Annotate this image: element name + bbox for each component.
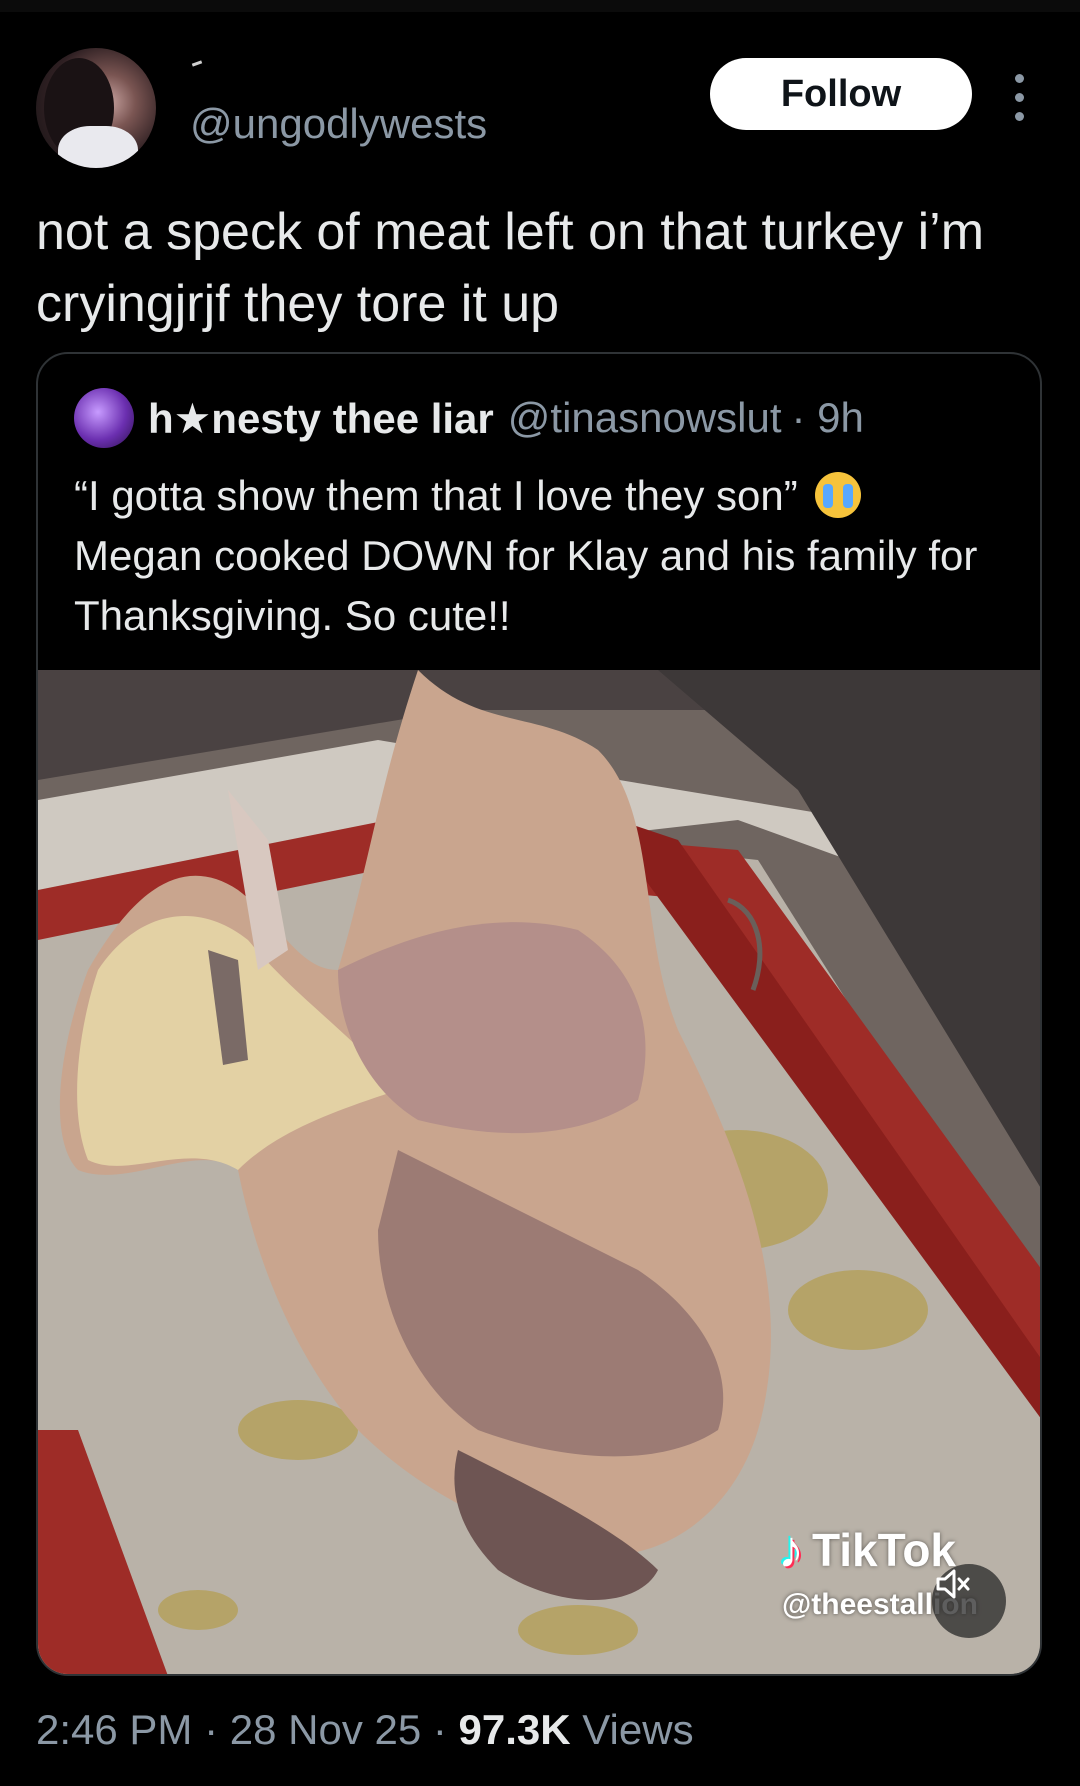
more-options-icon[interactable]	[1006, 74, 1034, 122]
quoted-text-rest: Megan cooked DOWN for Klay and his famil…	[74, 532, 978, 639]
quoted-tweet[interactable]: h★nesty thee liar @tinasnowslut · 9h “I …	[36, 352, 1042, 1676]
meta-separator: ·	[204, 1706, 230, 1753]
tiktok-watermark: ♪ TikTok	[778, 1520, 956, 1580]
author-avatar[interactable]	[36, 48, 156, 168]
quoted-handle[interactable]: @tinasnowslut	[508, 394, 782, 442]
quoted-author-avatar[interactable]	[74, 388, 134, 448]
author-handle[interactable]: @ungodlywests	[190, 100, 487, 148]
tiktok-icon: ♪	[778, 1521, 804, 1579]
follow-button[interactable]: Follow	[710, 58, 972, 130]
quoted-video[interactable]: ♪ TikTok @theestallion	[38, 670, 1040, 1674]
quoted-tweet-header: h★nesty thee liar @tinasnowslut · 9h	[148, 388, 864, 448]
status-divider	[0, 0, 1080, 12]
speaker-muted-icon	[936, 1569, 970, 1599]
tweet-text: not a speck of meat left on that turkey …	[36, 203, 985, 333]
tweet-date[interactable]: 28 Nov 25	[230, 1706, 421, 1753]
tweet-meta: 2:46 PM · 28 Nov 25 · 97.3K Views	[36, 1706, 694, 1754]
views-label: Views	[582, 1706, 694, 1753]
mute-button[interactable]	[932, 1564, 1006, 1638]
quoted-text-line: “I gotta show them that I love they son”	[74, 472, 798, 519]
views-count: 97.3K	[458, 1706, 571, 1753]
name-placeholder-mark	[191, 60, 203, 67]
tweet-time[interactable]: 2:46 PM	[36, 1706, 192, 1753]
quoted-display-name[interactable]: h★nesty thee liar	[148, 394, 494, 443]
quoted-tweet-text: “I gotta show them that I love they son”…	[74, 466, 1014, 646]
quoted-timestamp[interactable]: · 9h	[792, 394, 864, 442]
meta-separator: ·	[432, 1706, 459, 1753]
crying-face-icon	[815, 472, 862, 518]
